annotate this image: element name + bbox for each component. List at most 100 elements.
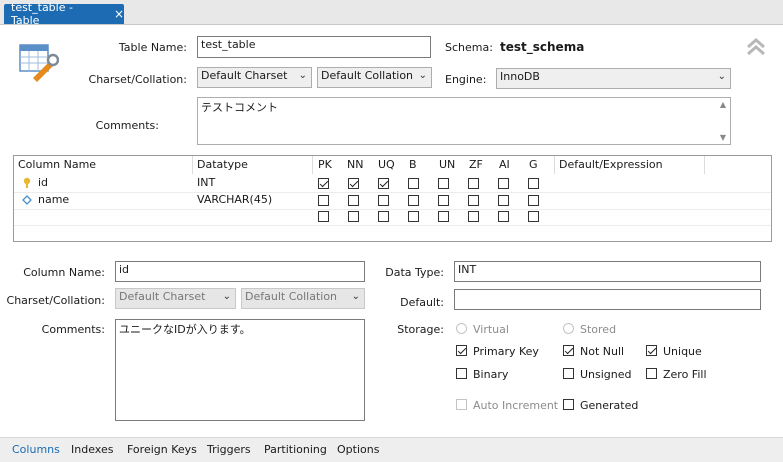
column-charset-value: Default Charset bbox=[119, 290, 206, 303]
grid-flag-checkbox[interactable] bbox=[318, 178, 329, 189]
grid-flag-checkbox[interactable] bbox=[348, 195, 359, 206]
engine-label: Engine: bbox=[445, 73, 487, 86]
table-name-input[interactable]: test_table bbox=[197, 36, 431, 58]
grid-row-divider bbox=[14, 192, 771, 193]
grid-flag-checkbox[interactable] bbox=[408, 178, 419, 189]
tab-partitioning[interactable]: Partitioning bbox=[264, 443, 327, 456]
grid-header-nn[interactable]: NN bbox=[347, 158, 363, 171]
columns-grid[interactable]: Column Name Datatype PK NN UQ B UN ZF AI… bbox=[13, 155, 772, 242]
grid-flag-checkbox[interactable] bbox=[468, 211, 479, 222]
data-type-input[interactable]: INT bbox=[454, 261, 761, 282]
grid-flag-checkbox[interactable] bbox=[318, 195, 329, 206]
column-name-input[interactable]: id bbox=[115, 261, 365, 282]
column-charset-select[interactable]: Default Charset ⌄ bbox=[115, 288, 236, 309]
chevron-down-icon: ⌄ bbox=[717, 71, 726, 82]
diamond-icon bbox=[22, 195, 32, 208]
document-tab-strip: test_table - Table × bbox=[0, 0, 783, 27]
collation-select-value: Default Collation bbox=[321, 69, 414, 82]
grid-header-g[interactable]: G bbox=[529, 158, 538, 171]
grid-flag-checkbox[interactable] bbox=[438, 211, 449, 222]
table-comments-text: テストコメント bbox=[201, 101, 278, 114]
grid-flag-checkbox[interactable] bbox=[528, 195, 539, 206]
grid-header-separator bbox=[312, 156, 313, 174]
tab-triggers[interactable]: Triggers bbox=[207, 443, 251, 456]
grid-header-default-expression[interactable]: Default/Expression bbox=[559, 158, 663, 171]
stored-radio[interactable] bbox=[563, 323, 574, 334]
scroll-up-icon[interactable]: ▲ bbox=[720, 100, 726, 109]
grid-flag-checkbox[interactable] bbox=[348, 178, 359, 189]
document-tab[interactable]: test_table - Table × bbox=[4, 1, 124, 27]
column-collation-select[interactable]: Default Collation ⌄ bbox=[241, 288, 365, 309]
tab-indexes[interactable]: Indexes bbox=[71, 443, 113, 456]
collapse-chevron-icon[interactable] bbox=[745, 36, 767, 58]
chevron-down-icon: ⌄ bbox=[418, 70, 427, 81]
grid-flag-checkbox[interactable] bbox=[498, 211, 509, 222]
column-comments-textarea[interactable]: ユニークなIDが入ります。 bbox=[115, 319, 365, 421]
table-comments-textarea[interactable]: テストコメント ▲ ▼ bbox=[197, 97, 731, 145]
tab-options[interactable]: Options bbox=[337, 443, 379, 456]
chevron-down-icon: ⌄ bbox=[351, 291, 360, 302]
charset-select-value: Default Charset bbox=[201, 69, 288, 82]
primary-key-label: Primary Key bbox=[473, 345, 539, 358]
binary-checkbox[interactable] bbox=[456, 368, 467, 379]
grid-flag-checkbox[interactable] bbox=[438, 195, 449, 206]
grid-flag-checkbox[interactable] bbox=[378, 211, 389, 222]
auto-increment-label: Auto Increment bbox=[473, 399, 559, 412]
column-name-label: Column Name: bbox=[23, 266, 105, 279]
column-comments-label: Comments: bbox=[41, 323, 105, 336]
virtual-label: Virtual bbox=[473, 323, 509, 336]
grid-header-separator bbox=[704, 156, 705, 174]
primary-key-checkbox[interactable] bbox=[456, 345, 467, 356]
grid-row-divider bbox=[14, 225, 771, 226]
scroll-down-icon[interactable]: ▼ bbox=[720, 133, 726, 142]
grid-flag-checkbox[interactable] bbox=[498, 178, 509, 189]
grid-flag-checkbox[interactable] bbox=[318, 211, 329, 222]
engine-select[interactable]: InnoDB ⌄ bbox=[496, 68, 731, 89]
grid-flag-checkbox[interactable] bbox=[378, 178, 389, 189]
grid-flag-checkbox[interactable] bbox=[438, 178, 449, 189]
unsigned-checkbox[interactable] bbox=[563, 368, 574, 379]
grid-cell-column-name[interactable]: id bbox=[38, 176, 48, 189]
generated-checkbox[interactable] bbox=[563, 399, 574, 410]
charset-select[interactable]: Default Charset ⌄ bbox=[197, 67, 312, 88]
grid-flag-checkbox[interactable] bbox=[468, 195, 479, 206]
key-icon bbox=[22, 177, 32, 192]
tab-columns[interactable]: Columns bbox=[12, 443, 60, 456]
grid-cell-column-name[interactable]: name bbox=[38, 193, 69, 206]
unique-checkbox[interactable] bbox=[646, 345, 657, 356]
zero-fill-checkbox[interactable] bbox=[646, 368, 657, 379]
grid-header-b[interactable]: B bbox=[409, 158, 417, 171]
collation-select[interactable]: Default Collation ⌄ bbox=[317, 67, 432, 88]
not-null-checkbox[interactable] bbox=[563, 345, 574, 356]
virtual-radio[interactable] bbox=[456, 323, 467, 334]
grid-flag-checkbox[interactable] bbox=[348, 211, 359, 222]
grid-header-datatype[interactable]: Datatype bbox=[197, 158, 248, 171]
stored-label: Stored bbox=[580, 323, 617, 336]
grid-flag-checkbox[interactable] bbox=[498, 195, 509, 206]
grid-cell-datatype[interactable]: VARCHAR(45) bbox=[197, 193, 272, 206]
grid-flag-checkbox[interactable] bbox=[408, 211, 419, 222]
grid-cell-datatype[interactable]: INT bbox=[197, 176, 215, 189]
grid-header-column-name[interactable]: Column Name bbox=[18, 158, 96, 171]
unique-label: Unique bbox=[663, 345, 702, 358]
grid-header-separator bbox=[554, 156, 555, 174]
table-comments-label: Comments: bbox=[95, 119, 159, 132]
grid-header-zf[interactable]: ZF bbox=[469, 158, 483, 171]
tab-foreign-keys[interactable]: Foreign Keys bbox=[127, 443, 197, 456]
not-null-label: Not Null bbox=[580, 345, 625, 358]
grid-flag-checkbox[interactable] bbox=[528, 178, 539, 189]
grid-header-un[interactable]: UN bbox=[439, 158, 455, 171]
grid-header-pk[interactable]: PK bbox=[318, 158, 332, 171]
auto-increment-checkbox[interactable] bbox=[456, 399, 467, 410]
grid-flag-checkbox[interactable] bbox=[378, 195, 389, 206]
default-input[interactable] bbox=[454, 289, 761, 310]
binary-label: Binary bbox=[473, 368, 509, 381]
grid-header-uq[interactable]: UQ bbox=[378, 158, 395, 171]
grid-header-ai[interactable]: AI bbox=[499, 158, 510, 171]
grid-flag-checkbox[interactable] bbox=[408, 195, 419, 206]
grid-flag-checkbox[interactable] bbox=[528, 211, 539, 222]
generated-label: Generated bbox=[580, 399, 639, 412]
grid-flag-checkbox[interactable] bbox=[468, 178, 479, 189]
chevron-down-icon: ⌄ bbox=[222, 291, 231, 302]
close-icon[interactable]: × bbox=[114, 8, 124, 20]
